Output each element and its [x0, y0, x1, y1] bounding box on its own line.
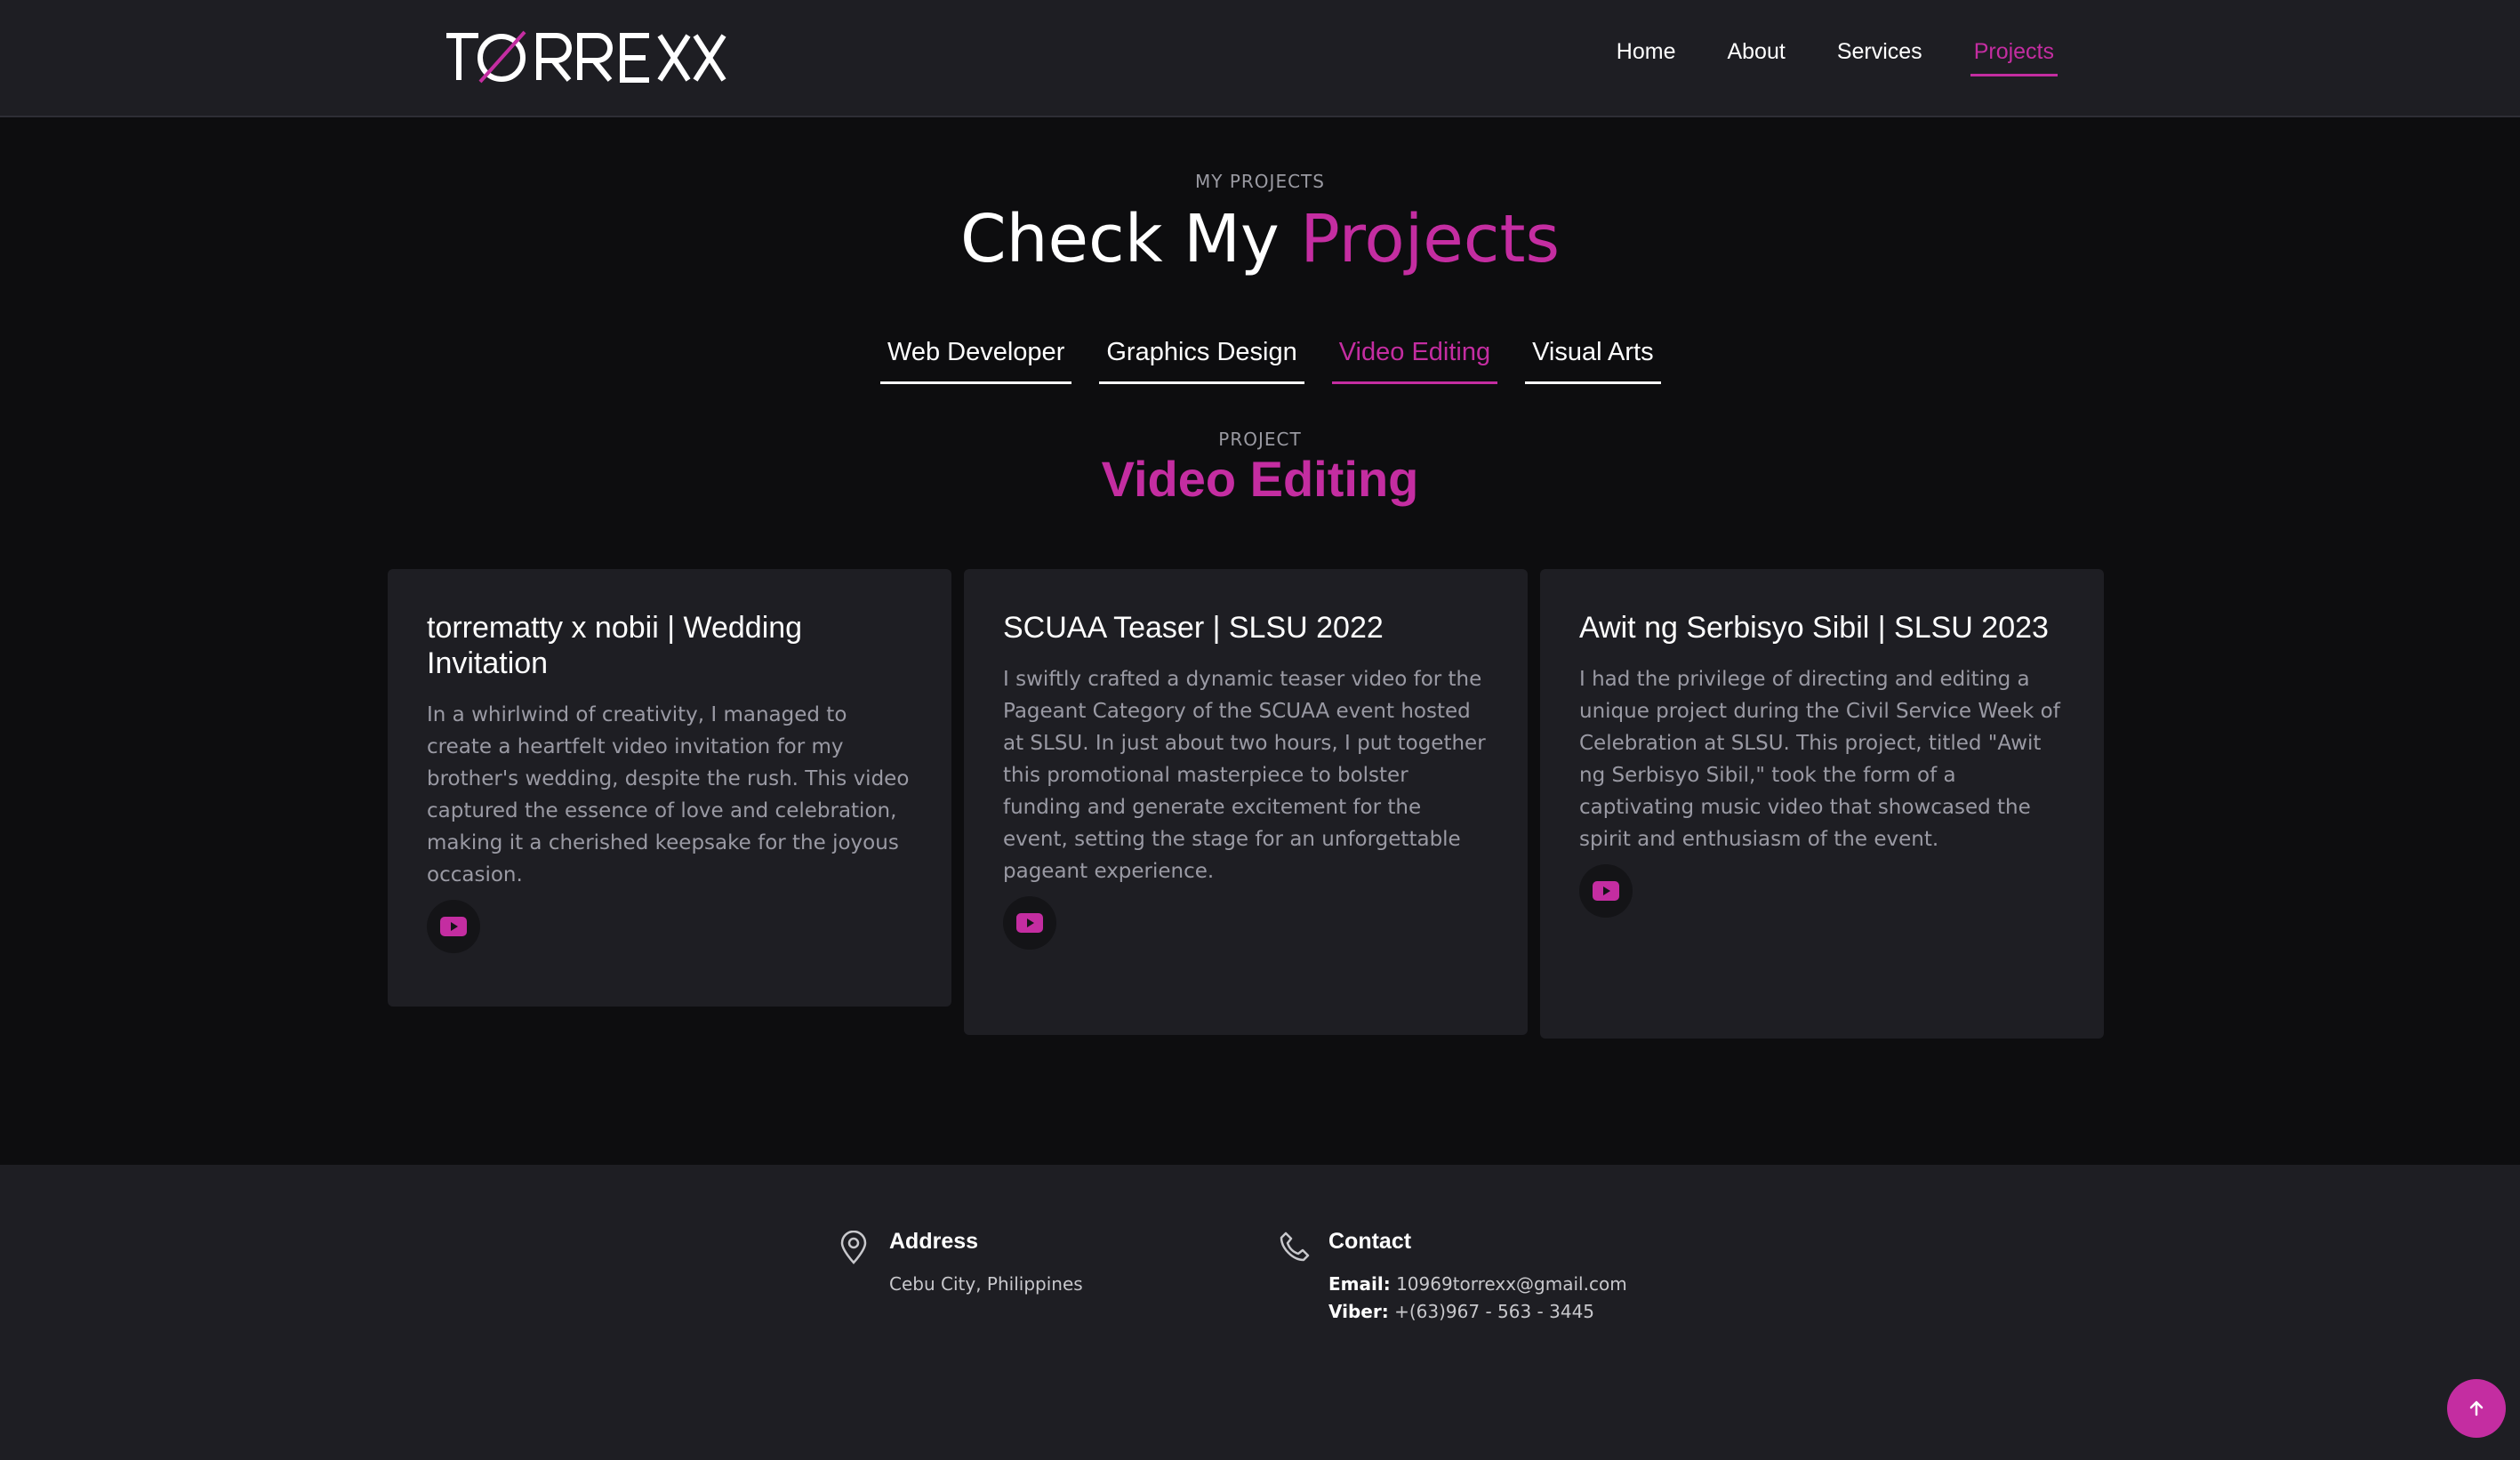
- project-card-description: In a whirlwind of creativity, I managed …: [427, 703, 910, 886]
- address-value: Cebu City, Philippines: [889, 1273, 1083, 1295]
- site-footer: Address Cebu City, Philippines Contact E…: [0, 1165, 2520, 1460]
- site-header: Home About Services Projects: [0, 0, 2520, 117]
- youtube-link-button[interactable]: [1579, 864, 1633, 918]
- project-card: SCUAA Teaser | SLSU 2022 I swiftly craft…: [964, 569, 1528, 1035]
- youtube-link-button[interactable]: [427, 900, 480, 953]
- project-card-description: I had the privilege of directing and edi…: [1579, 668, 2060, 851]
- project-category-tabs: Web Developer Graphics Design Video Edit…: [880, 338, 1661, 384]
- project-card-title: Awit ng Serbisyo Sibil | SLSU 2023: [1579, 611, 2049, 645]
- youtube-icon: [1016, 913, 1043, 933]
- nav-projects[interactable]: Projects: [1970, 39, 2058, 76]
- viber-label: Viber:: [1328, 1301, 1389, 1322]
- nav-home[interactable]: Home: [1613, 39, 1680, 76]
- email-value[interactable]: 10969torrexx@gmail.com: [1396, 1273, 1627, 1295]
- section-title-accent: Projects: [1300, 201, 1561, 277]
- contact-email-line: Email: 10969torrexx@gmail.com: [1328, 1273, 1627, 1295]
- project-card: Awit ng Serbisyo Sibil | SLSU 2023 I had…: [1540, 569, 2104, 1039]
- category-title: Video Editing: [1101, 451, 1419, 507]
- phone-icon: [1280, 1231, 1310, 1262]
- section-subtitle: MY PROJECTS: [1195, 171, 1325, 192]
- tab-graphics-design[interactable]: Graphics Design: [1099, 338, 1304, 384]
- youtube-link-button[interactable]: [1003, 896, 1056, 950]
- arrow-up-icon: [2469, 1400, 2484, 1416]
- contact-viber-line: Viber: +(63)967 - 563 - 3445: [1328, 1301, 1594, 1322]
- project-card-title: SCUAA Teaser | SLSU 2022: [1003, 611, 1384, 645]
- contact-heading: Contact: [1328, 1229, 1412, 1254]
- project-card-description: I swiftly crafted a dynamic teaser video…: [1003, 668, 1486, 883]
- nav-services[interactable]: Services: [1834, 39, 1926, 76]
- main-nav: Home About Services Projects: [1613, 39, 2058, 76]
- youtube-icon: [440, 917, 467, 936]
- email-label: Email:: [1328, 1273, 1391, 1295]
- category-subtitle: PROJECT: [1218, 429, 1302, 450]
- viber-value: +(63)967 - 563 - 3445: [1394, 1301, 1595, 1322]
- project-card: torrematty x nobii | Wedding Invitation …: [388, 569, 951, 1007]
- tab-video-editing[interactable]: Video Editing: [1331, 338, 1498, 384]
- site-logo[interactable]: [443, 30, 727, 84]
- section-title: Check My Projects: [0, 199, 2520, 279]
- section-title-prefix: Check My: [959, 201, 1280, 277]
- project-card-title: torrematty x nobii | Wedding Invitation: [427, 611, 803, 680]
- tab-visual-arts[interactable]: Visual Arts: [1525, 338, 1661, 384]
- address-heading: Address: [889, 1229, 979, 1254]
- map-pin-icon: [840, 1231, 867, 1264]
- tab-web-developer[interactable]: Web Developer: [880, 338, 1072, 384]
- logo-wordmark: [446, 30, 726, 84]
- nav-about[interactable]: About: [1723, 39, 1788, 76]
- back-to-top-button[interactable]: [2447, 1379, 2506, 1438]
- youtube-icon: [1593, 881, 1619, 901]
